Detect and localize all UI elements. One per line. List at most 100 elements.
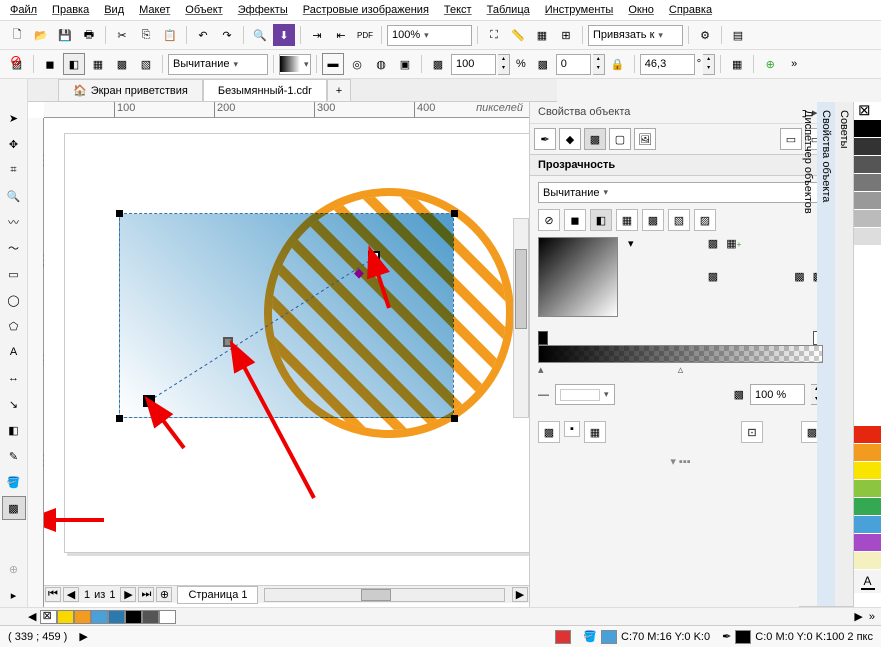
options-icon[interactable]: ⚙ <box>694 24 716 46</box>
color-swatch[interactable] <box>854 156 881 174</box>
stop-marker-start-icon[interactable] <box>538 331 548 345</box>
gradient-mid-node[interactable] <box>223 337 233 347</box>
ramp-tick-start-icon[interactable]: ▴ <box>538 363 544 376</box>
reverse-icon[interactable]: ▦ <box>584 421 606 443</box>
checker-end-icon[interactable]: ▩ <box>532 53 554 75</box>
color-swatch[interactable] <box>854 246 881 264</box>
menu-object[interactable]: Объект <box>185 4 222 16</box>
menu-text[interactable]: Текст <box>444 4 472 16</box>
no-transp-icon[interactable]: ▨⊘ <box>6 53 28 75</box>
d-two-color-icon[interactable]: ▧ <box>668 209 690 231</box>
rulers-icon[interactable]: 📏 <box>507 24 529 46</box>
palette-more-icon[interactable]: » <box>869 611 875 623</box>
status-play-icon[interactable]: ▶ <box>79 630 87 643</box>
square-grad-icon[interactable]: ▣ <box>394 53 416 75</box>
crop-tool-icon[interactable]: ⌗ <box>2 158 26 182</box>
angle-input[interactable]: 46,3 <box>640 54 695 75</box>
d-bitmap-pat-icon[interactable]: ▩ <box>642 209 664 231</box>
menu-effects[interactable]: Эффекты <box>238 4 288 16</box>
print-icon[interactable]: 🖶 <box>78 24 100 46</box>
color-swatch[interactable] <box>854 552 881 570</box>
color-swatch[interactable] <box>854 372 881 390</box>
search-content-icon[interactable]: 🔍 <box>249 24 271 46</box>
fill-tab-icon[interactable]: ◆ <box>559 128 581 150</box>
grid-icon[interactable]: ▦ <box>531 24 553 46</box>
page-tab[interactable]: Страница 1 <box>177 586 258 604</box>
color-swatch[interactable] <box>854 282 881 300</box>
opacity-input[interactable]: 100 <box>451 54 496 75</box>
menu-tools[interactable]: Инструменты <box>545 4 614 16</box>
page-prev-icon[interactable]: ◀ <box>63 587 79 602</box>
tab-add[interactable]: + <box>327 79 351 101</box>
fountain-transp-icon[interactable]: ◧ <box>63 53 85 75</box>
color-swatch[interactable] <box>854 426 881 444</box>
color-swatch[interactable] <box>854 318 881 336</box>
d-uniform-icon[interactable]: ◼ <box>564 209 586 231</box>
text-tool-icon[interactable]: A <box>2 340 26 364</box>
pattern2-transp-icon[interactable]: ▩ <box>111 53 133 75</box>
steps-spinner[interactable]: ▴▾ <box>593 54 605 75</box>
d-no-transp-icon[interactable]: ⊘ <box>538 209 560 231</box>
selection-handle[interactable] <box>451 415 458 422</box>
outline-tab-icon[interactable]: ✒ <box>534 128 556 150</box>
opacity-spinner[interactable]: ▴▾ <box>498 54 510 75</box>
color-swatch[interactable] <box>854 300 881 318</box>
palette-arrow-right-icon[interactable]: ▶ <box>854 610 862 623</box>
gradient-start-node[interactable] <box>143 395 155 407</box>
free-transform-icon[interactable]: ▦ <box>726 53 748 75</box>
mirror-h-icon[interactable]: ▩ <box>538 421 560 443</box>
bitmap-tab-icon[interactable]: 🖼 <box>634 128 656 150</box>
doc-swatch[interactable] <box>108 610 125 624</box>
menu-layout[interactable]: Макет <box>139 4 170 16</box>
canvas-vscroll[interactable] <box>513 218 529 418</box>
menu-window[interactable]: Окно <box>628 4 654 16</box>
color-swatch[interactable] <box>854 138 881 156</box>
gradient-ramp[interactable] <box>538 345 823 363</box>
eyedropper-tool-icon[interactable]: ✎ <box>2 444 26 468</box>
publish-icon[interactable]: ⇤ <box>330 24 352 46</box>
frame-tab-icon[interactable]: ▢ <box>609 128 631 150</box>
vertical-ruler[interactable]: 600 500 400 300 <box>28 118 44 607</box>
zoom-tool-icon[interactable]: 🔍 <box>2 184 26 208</box>
more-icon[interactable]: » <box>783 53 805 75</box>
open-icon[interactable]: 📂 <box>30 24 52 46</box>
ellipse-tool-icon[interactable]: ◯ <box>2 288 26 312</box>
tab-welcome[interactable]: 🏠 Экран приветствия <box>58 79 203 101</box>
pattern-transp-icon[interactable]: ▦ <box>87 53 109 75</box>
gradient-rot-handle-icon[interactable]: ◆ <box>354 265 364 281</box>
doc-swatch[interactable] <box>159 610 176 624</box>
color-swatch[interactable] <box>854 336 881 354</box>
page-next-icon[interactable]: ▶ <box>120 587 136 602</box>
uniform-transp-icon[interactable]: ◼ <box>39 53 61 75</box>
guides-icon[interactable]: ⊞ <box>555 24 577 46</box>
gradient-end-node[interactable] <box>368 251 380 263</box>
mirror-v-icon[interactable]: ▪ <box>564 421 580 437</box>
angle-spinner[interactable]: ▴▾ <box>703 54 715 75</box>
color-swatch[interactable] <box>854 534 881 552</box>
palette-arrow-left-icon[interactable]: ◀ <box>28 610 36 623</box>
copy-icon[interactable]: ⎘ <box>135 24 157 46</box>
dropdown-arrow-icon[interactable]: ▾ <box>628 237 634 250</box>
export-icon[interactable]: ⇥ <box>306 24 328 46</box>
page-last-icon[interactable]: ⏭ <box>138 587 154 602</box>
effects-tool-icon[interactable]: ◧ <box>2 418 26 442</box>
fill-bucket-icon[interactable]: 🪣 <box>583 630 597 643</box>
docker-expand-icon[interactable]: ▾ ▪▪▪ <box>538 455 823 468</box>
conical-grad-icon[interactable]: ◍ <box>370 53 392 75</box>
color-swatch[interactable] <box>854 498 881 516</box>
pdf-icon[interactable]: PDF <box>354 24 376 46</box>
color-swatch[interactable] <box>854 210 881 228</box>
import-icon[interactable]: ⬇ <box>273 24 295 46</box>
menu-edit[interactable]: Правка <box>52 4 89 16</box>
color-proof-icon[interactable] <box>555 630 571 644</box>
lock-steps-icon[interactable]: 🔒 <box>607 53 629 75</box>
node-opacity-input[interactable]: 100 % <box>750 384 805 405</box>
text-color-indicator[interactable]: A <box>854 570 881 594</box>
docker-merge-mode-combo[interactable]: Вычитание <box>538 182 823 203</box>
tab-document[interactable]: Безымянный-1.cdr <box>203 79 327 101</box>
page-first-icon[interactable]: ⏮ <box>45 587 61 602</box>
pen-icon[interactable]: ✒ <box>722 630 731 643</box>
dimension-tool-icon[interactable]: ↔ <box>2 366 26 390</box>
target-fill-icon[interactable]: ▩ <box>708 237 718 250</box>
apply-fill-icon[interactable]: ▩ <box>708 270 718 283</box>
